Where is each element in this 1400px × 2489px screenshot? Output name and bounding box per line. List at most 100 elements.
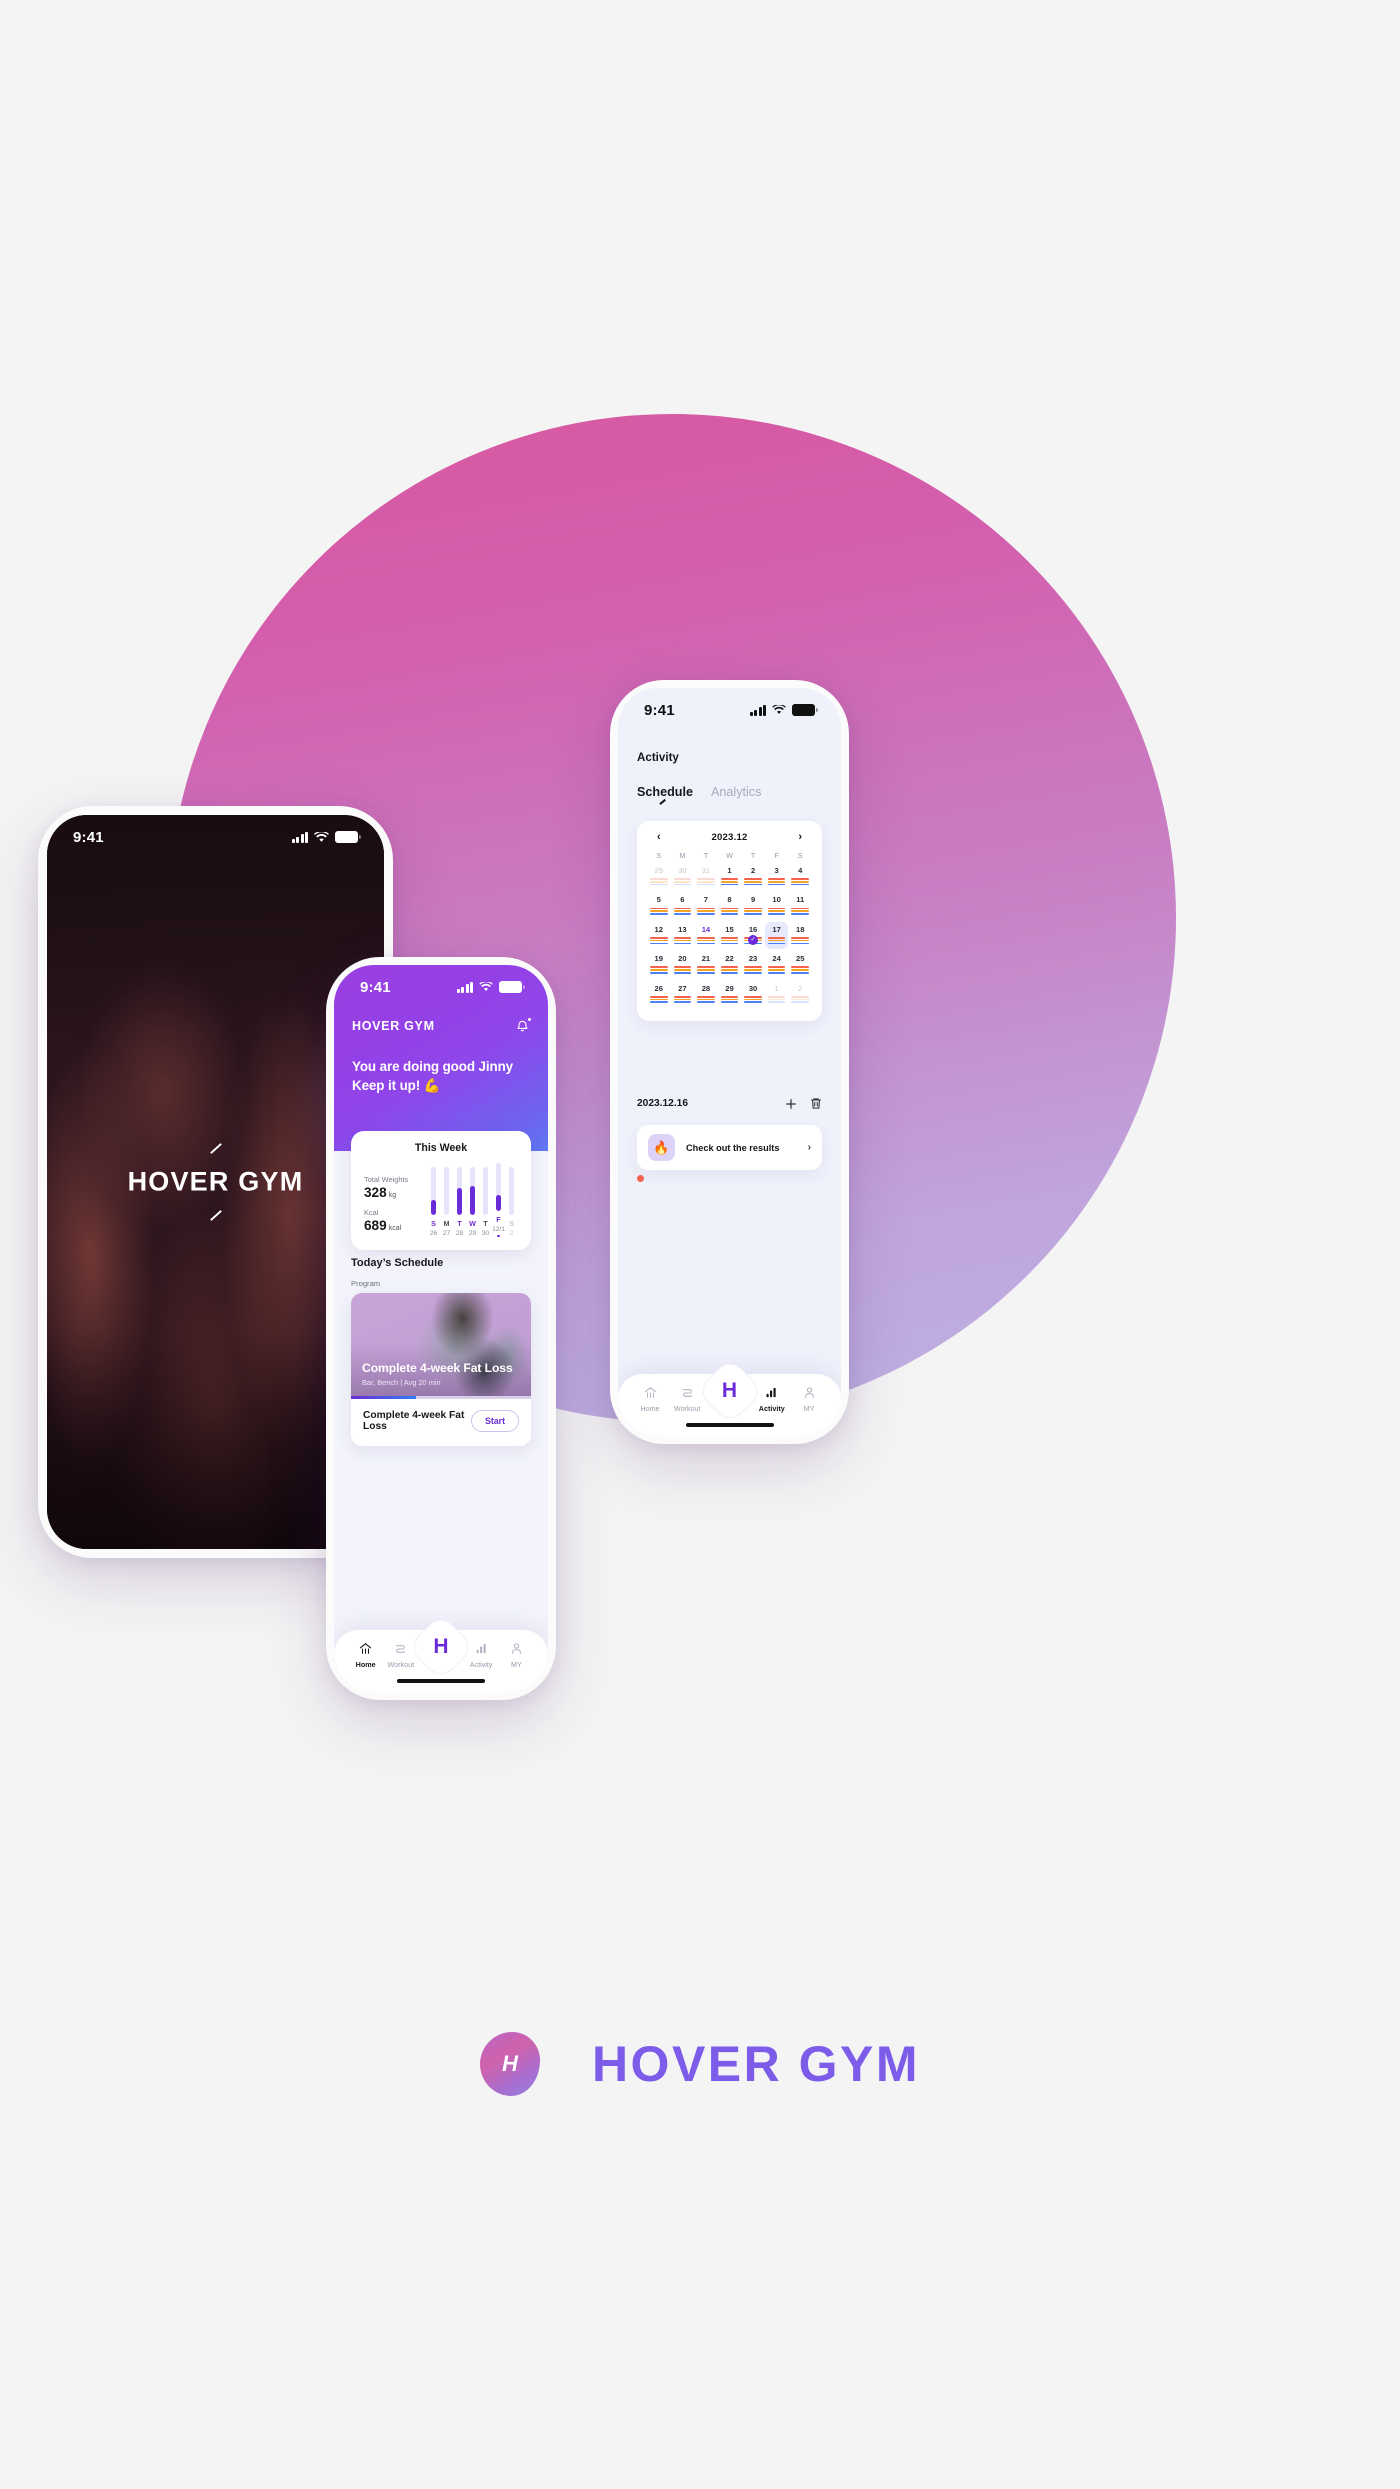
calendar-day-cell[interactable]: 21 xyxy=(694,951,718,978)
tab-analytics[interactable]: Analytics xyxy=(711,785,761,799)
calendar-day-number: 19 xyxy=(654,954,663,964)
calendar-day-number: 24 xyxy=(772,954,781,964)
cellular-signal-icon xyxy=(291,831,308,843)
tab-my[interactable]: MY xyxy=(791,1384,827,1413)
calendar-day-cell[interactable]: 23 xyxy=(741,951,765,978)
calendar-weekday-1: M xyxy=(679,851,686,860)
greeting-text: You are doing good Jinny Keep it up! 💪 xyxy=(352,1057,530,1096)
calendar-day-bars xyxy=(697,907,715,915)
program-progress-bar xyxy=(351,1395,531,1399)
week-bar-column: W 29 xyxy=(466,1167,479,1237)
week-bar-date: 28 xyxy=(455,1230,464,1238)
status-time: 9:41 xyxy=(73,828,104,846)
calendar-day-cell[interactable]: 30 xyxy=(671,863,695,890)
calendar-day-cell[interactable]: 1 xyxy=(765,981,789,1008)
calendar-day-number: 20 xyxy=(678,954,687,964)
tab-schedule[interactable]: Schedule xyxy=(637,785,693,805)
calendar-day-cell[interactable]: 4 xyxy=(788,863,812,890)
calendar-day-cell[interactable]: 18 xyxy=(788,922,812,949)
week-bar-fill xyxy=(431,1200,436,1216)
calendar-day-cell[interactable]: 15 xyxy=(718,922,742,949)
calendar-day-cell[interactable]: 16 ✓ xyxy=(741,922,765,949)
calendar-day-cell[interactable]: 28 xyxy=(694,981,718,1008)
next-list-item-peek[interactable] xyxy=(637,1175,652,1182)
calendar-day-cell[interactable]: 29 xyxy=(647,863,671,890)
calendar-day-number: 29 xyxy=(654,866,663,875)
status-indicators xyxy=(749,704,818,716)
calendar-day-number: 1 xyxy=(727,866,732,875)
tab-workout[interactable]: Workout xyxy=(383,1640,418,1669)
calendar-day-cell[interactable]: 5 xyxy=(647,892,671,919)
tab-label: Activity xyxy=(469,1660,493,1669)
calendar-day-bars xyxy=(791,937,809,945)
calendar-day-bars xyxy=(673,937,692,945)
calendar-day-cell[interactable]: 13 xyxy=(671,922,695,949)
calendar-day-cell[interactable]: 3 xyxy=(765,863,789,890)
status-indicators xyxy=(456,981,525,993)
calendar-day-cell[interactable]: 9 xyxy=(741,892,765,919)
wifi-icon xyxy=(772,705,786,714)
chevron-right-icon[interactable]: › xyxy=(808,1142,811,1153)
calendar-day-cell[interactable]: 7 xyxy=(694,892,718,919)
tab-activity[interactable]: Activity xyxy=(464,1640,499,1669)
tab-workout[interactable]: Workout xyxy=(669,1384,705,1413)
calendar-day-cell[interactable]: 17 xyxy=(764,921,789,950)
calendar-day-cell[interactable]: 6 xyxy=(671,892,695,919)
tab-home[interactable]: Home xyxy=(632,1384,668,1413)
calendar-day-cell[interactable]: 29 xyxy=(718,981,742,1008)
program-card[interactable]: Complete 4-week Fat Loss Bar, Bench | Av… xyxy=(351,1293,531,1446)
start-button[interactable]: Start xyxy=(470,1410,519,1432)
plus-icon[interactable] xyxy=(785,1098,797,1110)
greeting-line-2: Keep it up! 💪 xyxy=(352,1078,441,1094)
bell-icon[interactable] xyxy=(515,1017,531,1034)
chevron-left-icon[interactable]: ‹ xyxy=(657,832,661,843)
tab-label: MY xyxy=(510,1660,522,1669)
calendar-day-number: 9 xyxy=(750,895,756,905)
program-overlay-meta: Bar, Bench | Avg 20 min xyxy=(362,1378,441,1387)
calendar-day-cell[interactable]: 2 xyxy=(788,981,812,1008)
calendar-day-cell[interactable]: 30 xyxy=(741,981,765,1008)
calendar-day-number: 22 xyxy=(725,954,734,964)
program-photo: Complete 4-week Fat Loss Bar, Bench | Av… xyxy=(351,1293,531,1399)
tab-my[interactable]: MY xyxy=(499,1640,534,1669)
workout-icon xyxy=(383,1640,418,1657)
calendar-day-cell[interactable]: 1 xyxy=(718,863,742,890)
calendar-day-cell[interactable]: 10 xyxy=(765,892,789,919)
calendar-day-cell[interactable]: 27 xyxy=(671,981,695,1008)
tab-activity[interactable]: Activity xyxy=(754,1384,790,1413)
calendar-day-bars xyxy=(744,995,762,1004)
this-week-body: Total Weights 328 kg Kcal 689 kcal S 26 M 27 T… xyxy=(364,1163,518,1238)
result-item-card[interactable]: 🔥 Check out the results › xyxy=(637,1125,822,1170)
trash-icon[interactable] xyxy=(810,1097,822,1110)
calendar-day-cell[interactable]: 8 xyxy=(718,892,742,919)
calendar-day-cell[interactable]: 12 xyxy=(647,922,671,949)
calendar-completed-check-icon: ✓ xyxy=(748,934,759,945)
calendar-day-cell[interactable]: 20 xyxy=(671,951,695,978)
tab-home[interactable]: Home xyxy=(348,1640,383,1669)
week-bar-date: 30 xyxy=(481,1230,490,1238)
calendar-card: ‹ 2023.12 › SMTWTFS 29 30 31 1 2 3 4 5 6 7 8 9 10 11 1… xyxy=(637,821,822,1022)
calendar-day-number: 14 xyxy=(701,924,711,934)
calendar-day-cell[interactable]: 14 xyxy=(694,922,718,949)
week-bar-day: W xyxy=(469,1219,476,1229)
calendar-day-bars xyxy=(744,907,762,915)
calendar-day-cell[interactable]: 25 xyxy=(788,951,812,978)
calendar-day-cell[interactable]: 11 xyxy=(788,892,812,919)
activity-tabs: Schedule Analytics xyxy=(637,785,761,805)
peek-label xyxy=(650,1175,652,1182)
chevron-right-icon[interactable]: › xyxy=(798,832,802,843)
calendar-day-cell[interactable]: 24 xyxy=(765,951,789,978)
center-button-letter: H xyxy=(721,1379,738,1402)
calendar-day-cell[interactable]: 19 xyxy=(647,951,671,978)
calendar-day-grid: 29 30 31 1 2 3 4 5 6 7 8 9 10 11 12 13 14 15 16 ✓ 17 18 19 20 21… xyxy=(647,863,812,1008)
week-bar-column: T 30 xyxy=(479,1167,492,1237)
peek-dot-icon xyxy=(637,1175,644,1182)
calendar-day-cell[interactable]: 22 xyxy=(718,951,742,978)
calendar-day-cell[interactable]: 26 xyxy=(647,981,671,1008)
activity-screen: 9:41 Activity Schedule Analytics ‹ 2023.… xyxy=(618,688,841,1436)
calendar-day-cell[interactable]: 31 xyxy=(694,863,718,890)
calendar-day-cell[interactable]: 2 xyxy=(741,863,765,890)
person-icon xyxy=(499,1640,534,1657)
week-bar-date: 27 xyxy=(442,1230,451,1238)
status-bar: 9:41 xyxy=(334,965,548,1009)
